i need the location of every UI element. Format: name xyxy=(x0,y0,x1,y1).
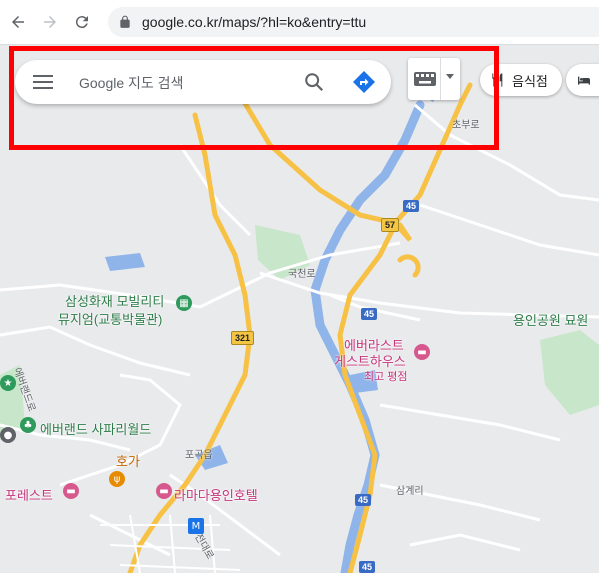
place-label-forest[interactable]: 포레스트 xyxy=(5,485,53,504)
chip-hotels[interactable] xyxy=(566,64,599,96)
input-tools-button[interactable] xyxy=(408,58,460,100)
subway-icon[interactable]: M xyxy=(188,518,204,534)
back-arrow-icon xyxy=(12,16,24,28)
hotel-icon[interactable]: ▬ xyxy=(63,483,79,499)
restaurant-icon xyxy=(492,73,503,87)
road-label-gukchi: 국천로 xyxy=(288,269,316,280)
forward-arrow-icon xyxy=(44,16,56,28)
place-label-yongin-park[interactable]: 용인공원 묘원 xyxy=(513,310,588,329)
highway-shield: 57 xyxy=(381,218,400,232)
search-icon[interactable] xyxy=(303,71,325,93)
location-pin-icon[interactable]: ● xyxy=(0,427,16,443)
road-label-pokok: 포곡읍 xyxy=(185,450,213,461)
back-button[interactable] xyxy=(4,8,32,36)
place-label-lamada[interactable]: 라마다용인호텔 xyxy=(174,485,258,504)
address-bar[interactable]: google.co.kr/maps/?hl=ko&entry=ttu xyxy=(108,7,599,37)
road-label-samgye: 삼계리 xyxy=(396,486,424,497)
chevron-down-icon[interactable] xyxy=(445,73,455,81)
map-canvas[interactable]: 초부로 국천로 포곡읍 삼계리 에버랜드로 전대로 삼성화재 모빌리티 뮤지엄(… xyxy=(0,45,599,573)
attraction-icon[interactable]: ★ xyxy=(0,375,16,391)
hotel-bed-icon xyxy=(578,76,590,85)
directions-icon[interactable] xyxy=(352,70,376,94)
highway-shield: 321 xyxy=(231,331,255,345)
place-label-everland-safari[interactable]: 에버랜드 사파리월드 xyxy=(40,419,151,438)
highway-shield: 45 xyxy=(355,494,372,506)
place-label-samsung-museum-2[interactable]: 뮤지엄(교통박물관) xyxy=(58,309,162,328)
park-tree-icon[interactable]: ♣ xyxy=(20,417,36,433)
chip-label: 음식점 xyxy=(512,73,548,89)
forward-button[interactable] xyxy=(36,8,64,36)
highway-shield: 45 xyxy=(403,200,420,212)
lock-icon xyxy=(120,15,130,28)
place-label-everlast-rating: 최고 평점 xyxy=(364,371,408,383)
place-label-samsung-museum[interactable]: 삼성화재 모빌리티 xyxy=(65,291,164,310)
search-input[interactable] xyxy=(77,70,281,96)
menu-icon[interactable] xyxy=(33,74,53,90)
place-label-hoga[interactable]: 호가 xyxy=(116,451,140,470)
highway-shield: 45 xyxy=(361,308,378,320)
keyboard-icon xyxy=(414,72,436,86)
browser-toolbar: google.co.kr/maps/?hl=ko&entry=ttu xyxy=(0,0,599,45)
hotel-icon[interactable]: ▬ xyxy=(414,344,430,360)
url-text: google.co.kr/maps/?hl=ko&entry=ttu xyxy=(142,14,367,30)
divider xyxy=(440,58,441,100)
hotel-icon[interactable]: ▬ xyxy=(156,483,172,499)
road-label-chobu: 초부로 xyxy=(452,120,480,131)
reload-icon xyxy=(75,16,88,29)
chip-restaurants[interactable]: 음식점 xyxy=(480,64,562,96)
reload-button[interactable] xyxy=(68,8,96,36)
museum-icon[interactable]: ▦ xyxy=(176,295,192,311)
highway-shield: 45 xyxy=(359,561,376,573)
search-box xyxy=(15,60,391,104)
restaurant-icon[interactable]: ψ xyxy=(109,471,125,487)
